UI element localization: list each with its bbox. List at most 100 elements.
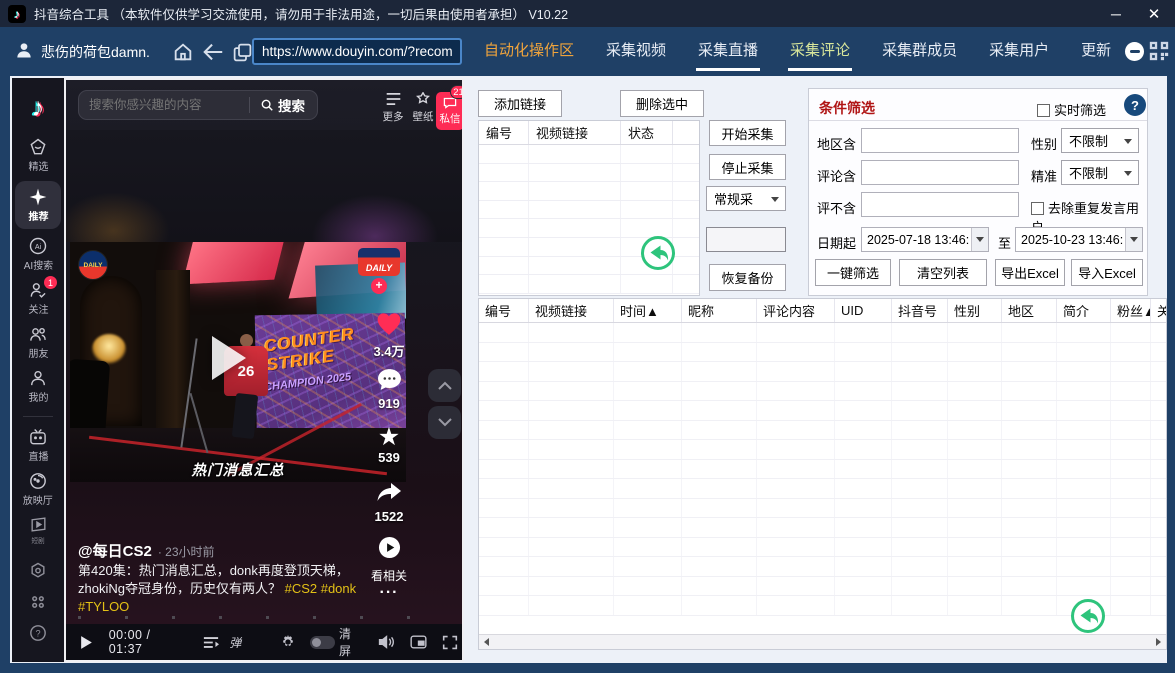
favorite-button[interactable]: ★ 539 <box>364 424 414 465</box>
like-button[interactable]: 3.4万 <box>364 312 414 360</box>
comment-contains-input[interactable] <box>861 160 1019 185</box>
play-overlay-icon[interactable] <box>212 336 246 380</box>
horizontal-scrollbar[interactable] <box>479 634 1166 649</box>
help-button[interactable]: ? <box>1124 94 1146 116</box>
fullscreen-button[interactable] <box>437 635 462 650</box>
restore-backup-button[interactable]: 恢复备份 <box>709 264 786 291</box>
col-video-link[interactable]: 视频链接 <box>529 121 621 144</box>
tab-automation[interactable]: 自动化操作区 <box>468 27 590 76</box>
add-link-button[interactable]: 添加链接 <box>478 90 562 117</box>
tab-collect-video[interactable]: 采集视频 <box>590 27 682 76</box>
follow-plus-button[interactable]: + <box>371 278 387 294</box>
date-from-picker[interactable]: 2025-07-18 13:46: <box>861 227 989 252</box>
import-excel-button[interactable]: 导入Excel <box>1071 259 1143 286</box>
collect-mode-select[interactable]: 常规采 <box>706 186 786 211</box>
col-douyin-id[interactable]: 抖音号 <box>892 299 948 322</box>
col-video-link[interactable]: 视频链接 <box>529 299 614 322</box>
sidebar-settings[interactable] <box>15 561 61 581</box>
realtime-filter-checkbox[interactable]: 实时筛选 <box>1037 100 1106 119</box>
col-uid[interactable]: UID <box>835 299 892 322</box>
export-excel-button[interactable]: 导出Excel <box>995 259 1065 286</box>
url-input[interactable] <box>252 38 462 65</box>
play-button[interactable] <box>74 635 99 650</box>
col-fans-sort[interactable]: 粉丝▲ <box>1111 299 1151 322</box>
col-region[interactable]: 地区 <box>1002 299 1057 322</box>
col-number[interactable]: 编号 <box>479 121 529 144</box>
sidebar-item-me[interactable]: 我的 <box>15 368 61 405</box>
scroll-left-arrow[interactable] <box>479 635 494 649</box>
minus-circle-icon[interactable] <box>1125 42 1144 61</box>
start-collect-button[interactable]: 开始采集 <box>709 120 786 146</box>
video-frame[interactable]: COUNTERSTRIKE CHAMPION 2025 26 DAILY <box>70 242 406 482</box>
undo-backup-icon[interactable] <box>1070 598 1106 634</box>
tab-collect-comments[interactable]: 采集评论 <box>774 27 866 76</box>
col-follow[interactable]: 关 <box>1151 299 1166 322</box>
mini-player-button[interactable] <box>407 635 432 649</box>
col-number[interactable]: 编号 <box>479 299 529 322</box>
sidebar-help[interactable]: ? <box>15 623 61 643</box>
col-nickname[interactable]: 昵称 <box>682 299 757 322</box>
chevron-down-icon[interactable] <box>1125 228 1142 251</box>
clear-screen-toggle[interactable] <box>310 636 335 649</box>
sidebar-item-ai-search[interactable]: Ai AI搜索 <box>15 236 61 273</box>
checkbox-icon[interactable] <box>1031 202 1044 215</box>
channel-avatar-badge[interactable]: DAILY <box>78 250 108 280</box>
more-menu[interactable]: 更多 <box>378 92 408 124</box>
undo-backup-icon[interactable] <box>640 235 676 271</box>
chevron-down-icon[interactable] <box>971 228 988 251</box>
delete-selected-button[interactable]: 删除选中 <box>620 90 704 117</box>
minimize-button[interactable]: ─ <box>1096 0 1136 27</box>
gender-select[interactable]: 不限制 <box>1061 128 1139 153</box>
comment-excludes-input[interactable] <box>861 192 1019 217</box>
home-icon[interactable] <box>170 40 196 64</box>
region-input[interactable] <box>861 128 1019 153</box>
back-icon[interactable] <box>200 40 226 64</box>
playlist-button[interactable] <box>198 636 223 649</box>
tab-update[interactable]: 更新 <box>1065 27 1127 76</box>
clear-list-button[interactable]: 清空列表 <box>899 259 987 286</box>
sidebar-item-following[interactable]: 1 关注 <box>15 280 61 317</box>
account-area[interactable]: 悲伤的荷包damn. <box>14 40 150 63</box>
sidebar-item-featured[interactable]: 精选 <box>15 137 61 174</box>
comment-button[interactable]: 919 <box>364 368 414 411</box>
sidebar-item-live[interactable]: 直播 <box>15 427 61 464</box>
scroll-right-arrow[interactable] <box>1151 635 1166 649</box>
hashtags[interactable]: #CS2 #donk <box>285 581 357 596</box>
one-key-filter-button[interactable]: 一键筛选 <box>815 259 891 286</box>
sidebar-item-cinema[interactable]: 放映厅 <box>15 471 61 508</box>
sidebar-item-recommend[interactable]: 推荐 <box>15 181 61 229</box>
tab-collect-users[interactable]: 采集用户 <box>973 27 1065 76</box>
checkbox-icon[interactable] <box>1037 104 1050 117</box>
stop-collect-button[interactable]: 停止采集 <box>709 154 786 180</box>
col-comment[interactable]: 评论内容 <box>757 299 835 322</box>
channel-logo-badge[interactable]: DAILY <box>358 248 400 276</box>
sidebar-item-short-drama[interactable]: 短剧 <box>15 515 61 546</box>
close-button[interactable]: ✕ <box>1134 0 1174 27</box>
wallpaper-menu[interactable]: 壁纸 <box>408 92 438 124</box>
previous-video-button[interactable] <box>428 369 461 402</box>
tab-collect-live[interactable]: 采集直播 <box>682 27 774 76</box>
col-time-sort[interactable]: 时间▲ <box>614 299 682 322</box>
volume-button[interactable] <box>374 635 399 649</box>
watch-related-button[interactable]: 看相关 <box>364 536 414 584</box>
precise-select[interactable]: 不限制 <box>1061 160 1139 185</box>
search-input[interactable] <box>79 98 249 112</box>
search-button[interactable]: 搜索 <box>250 95 317 115</box>
sidebar-apps[interactable] <box>15 592 61 612</box>
col-status[interactable]: 状态 <box>621 121 673 144</box>
tab-collect-group-members[interactable]: 采集群成员 <box>866 27 973 76</box>
douyin-search-bar[interactable]: 搜索 <box>78 90 318 120</box>
settings-button[interactable] <box>276 634 301 650</box>
sidebar-item-friends[interactable]: 朋友 <box>15 324 61 361</box>
hashtag-tyloo[interactable]: #TYLOO <box>78 598 368 616</box>
qr-code-icon[interactable] <box>1148 40 1170 67</box>
date-to-picker[interactable]: 2025-10-23 13:46: <box>1015 227 1143 252</box>
col-bio[interactable]: 简介 <box>1057 299 1111 322</box>
more-actions-button[interactable]: ··· <box>364 584 414 602</box>
danmaku-toggle[interactable]: 弹 <box>223 634 248 651</box>
next-video-button[interactable] <box>428 406 461 439</box>
share-button[interactable]: 1522 <box>364 482 414 524</box>
col-gender[interactable]: 性别 <box>948 299 1002 322</box>
play-circle-icon <box>378 536 401 559</box>
video-author[interactable]: @每日CS2· 23小时前 <box>78 540 215 561</box>
